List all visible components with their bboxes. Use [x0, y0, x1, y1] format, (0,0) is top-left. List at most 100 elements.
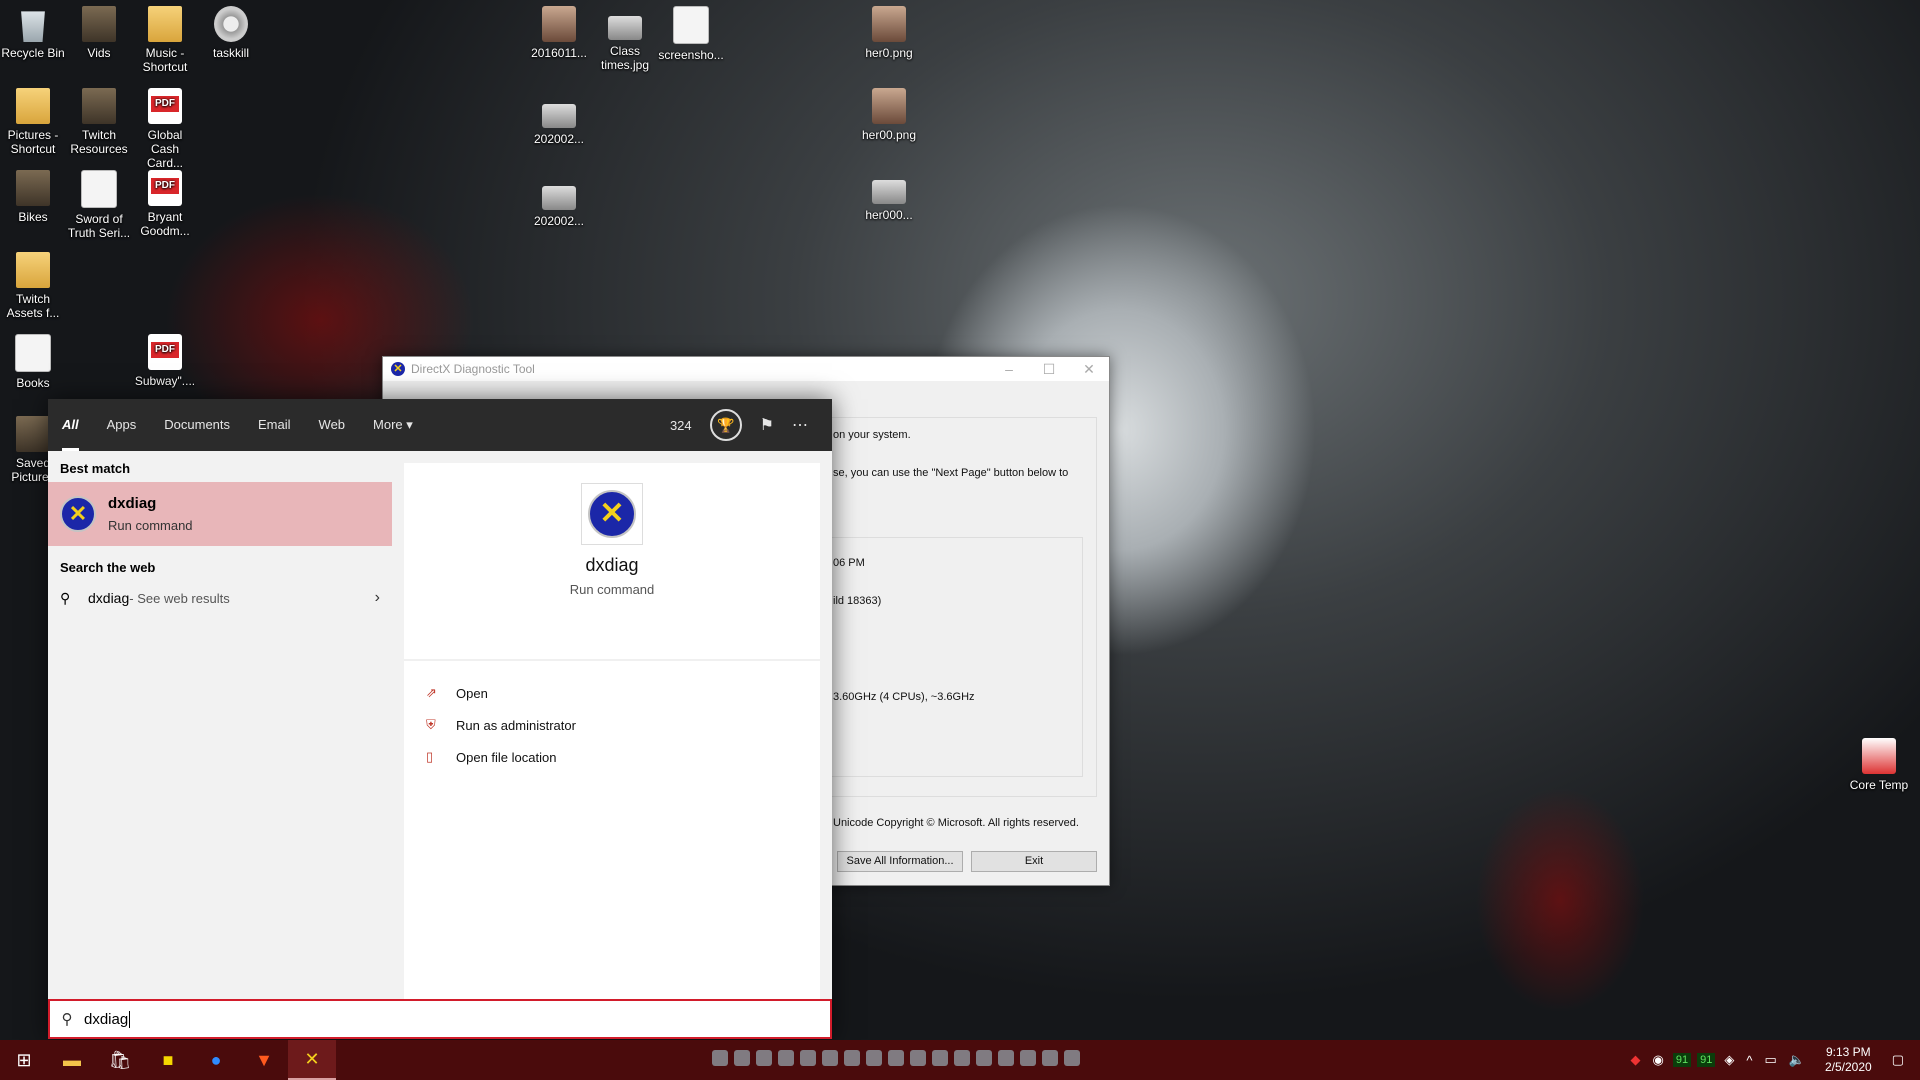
desktop-icon[interactable]: 202002... [526, 94, 592, 146]
desktop-icon[interactable]: Bryant Goodm... [132, 170, 198, 238]
quick-launch-icon[interactable] [778, 1050, 794, 1066]
desktop-icon[interactable]: 2016011... [526, 6, 592, 60]
desktop-icon[interactable]: Twitch Assets f... [0, 252, 66, 320]
chevron-up-icon[interactable]: ^ [1746, 1053, 1752, 1068]
close-icon[interactable]: ✕ [1069, 361, 1109, 378]
web-result[interactable]: ⚲ dxdiag - See web results › [48, 581, 392, 615]
best-match-result[interactable]: ✕ dxdiag Run command [48, 482, 392, 546]
minimize-icon[interactable]: – [989, 361, 1029, 378]
dxdiag-taskbar-icon[interactable]: ✕ [288, 1040, 336, 1080]
sticky-notes-icon[interactable]: ■ [144, 1040, 192, 1080]
desktop-icon[interactable]: Books [0, 334, 66, 390]
quick-launch-icon[interactable] [976, 1050, 992, 1066]
quick-launch-icon[interactable] [734, 1050, 750, 1066]
quick-launch-icon[interactable] [888, 1050, 904, 1066]
detail-name: dxdiag [585, 555, 639, 575]
desktop-icon[interactable]: Sword of Truth Seri... [66, 170, 132, 240]
detail-type: Run command [569, 582, 655, 597]
search-query: dxdiag [84, 1010, 129, 1028]
search-icon: ⚲ [60, 589, 71, 606]
desktop-icon[interactable]: 202002... [526, 176, 592, 228]
pdf-icon [148, 334, 182, 370]
quick-launch-icon[interactable] [954, 1050, 970, 1066]
chevron-right-icon[interactable]: › [375, 589, 380, 607]
quick-launch-icon[interactable] [822, 1050, 838, 1066]
desktop-icon[interactable]: Subway".... [132, 334, 198, 388]
volume-icon[interactable]: 🔈 [1789, 1052, 1805, 1068]
folder-icon [16, 252, 50, 288]
maximize-icon[interactable]: ☐ [1029, 361, 1069, 378]
quick-launch-icon[interactable] [932, 1050, 948, 1066]
quick-launch-icon[interactable] [712, 1050, 728, 1066]
quick-launch-icon[interactable] [1042, 1050, 1058, 1066]
tab-email[interactable]: Email [244, 399, 305, 451]
folder-icon [148, 6, 182, 42]
store-icon[interactable]: 🛍 [96, 1040, 144, 1080]
folder-icon [82, 6, 116, 42]
desktop-icon[interactable]: her000... [856, 170, 922, 222]
feedback-icon[interactable]: ⚑ [760, 415, 774, 435]
tab-all[interactable]: All [48, 399, 93, 451]
gear-icon [214, 6, 248, 42]
dxdiag-titlebar[interactable]: ✕ DirectX Diagnostic Tool – ☐ ✕ [383, 357, 1109, 381]
network-icon[interactable]: ▭ [1765, 1052, 1777, 1068]
dx-line-1: on your system. [833, 429, 911, 441]
quick-launch-icon[interactable] [998, 1050, 1014, 1066]
search-panel: All Apps Documents Email Web More ▾ 324 … [48, 399, 832, 1039]
dx-line-5: 3.60GHz (4 CPUs), ~3.6GHz [833, 691, 975, 703]
desktop-icon[interactable]: Class times.jpg [592, 6, 658, 72]
tray-app-icon[interactable]: ◆ [1631, 1052, 1641, 1068]
brave-browser-icon[interactable]: ▼ [240, 1040, 288, 1080]
more-options-icon[interactable]: ⋯ [792, 415, 808, 435]
clock[interactable]: 9:13 PM 2/5/2020 [1825, 1045, 1872, 1075]
desktop-icon[interactable]: Recycle Bin [0, 6, 66, 60]
desktop-icon-label: Global Cash Card... [146, 128, 183, 170]
desktop-icon[interactable]: taskkill [198, 6, 264, 60]
windows-start-icon[interactable]: ⊞ [0, 1040, 48, 1080]
trophy-icon[interactable]: 🏆 [709, 409, 742, 441]
desktop-icon-label: Twitch Resources [70, 128, 128, 156]
quick-launch-icon[interactable] [866, 1050, 882, 1066]
action-run-as-admin[interactable]: ⛨ Run as administrator [404, 709, 820, 741]
cpu-temp-1[interactable]: 91 [1672, 1053, 1692, 1067]
save-all-information-button[interactable]: Save All Information... [837, 851, 963, 872]
pdf-icon [148, 170, 182, 206]
messenger-icon[interactable]: ● [192, 1040, 240, 1080]
quick-launch-icon[interactable] [844, 1050, 860, 1066]
desktop-icon-label: Core Temp [1849, 778, 1909, 792]
desktop-icon-label: Class times.jpg [600, 44, 650, 72]
quick-launch-icon[interactable] [1020, 1050, 1036, 1066]
nvidia-icon[interactable]: ◈ [1724, 1052, 1734, 1068]
desktop-icon[interactable]: Music - Shortcut [132, 6, 198, 74]
notifications-icon[interactable]: ▢ [1892, 1052, 1904, 1068]
search-input[interactable]: ⚲ dxdiag [48, 999, 832, 1039]
desktop-icon[interactable]: Pictures - Shortcut [0, 88, 66, 156]
file-explorer-icon[interactable]: ▬ [48, 1040, 96, 1080]
desktop-icon[interactable]: her0.png [856, 6, 922, 60]
tab-more[interactable]: More ▾ [359, 399, 427, 451]
steam-icon[interactable]: ◉ [1653, 1052, 1664, 1068]
quick-launch-icon[interactable] [800, 1050, 816, 1066]
core-icon [1862, 738, 1896, 774]
tab-documents[interactable]: Documents [150, 399, 244, 451]
quick-launch-icon[interactable] [910, 1050, 926, 1066]
desktop-icon[interactable]: Vids [66, 6, 132, 60]
exit-button[interactable]: Exit [971, 851, 1097, 872]
quick-launch-icon[interactable] [1064, 1050, 1080, 1066]
action-run-as-admin-label: Run as administrator [456, 717, 576, 733]
action-open-file-location[interactable]: ▯ Open file location [404, 741, 820, 773]
desktop-icon[interactable]: Twitch Resources [66, 88, 132, 156]
cpu-temp-2[interactable]: 91 [1697, 1053, 1716, 1067]
desktop-icon-label: 2016011... [531, 46, 587, 60]
desktop-icon[interactable]: Core Temp [1846, 738, 1912, 792]
tab-web[interactable]: Web [305, 399, 360, 451]
desktop-icon[interactable]: Global Cash Card... [132, 88, 198, 170]
tab-apps[interactable]: Apps [93, 399, 151, 451]
desktop-icon[interactable]: screensho... [658, 6, 724, 62]
system-info-box [831, 537, 1083, 777]
action-open[interactable]: ⇗ Open [404, 677, 820, 709]
desktop-icon[interactable]: Bikes [0, 170, 66, 224]
desktop-icon[interactable]: her00.png [856, 88, 922, 142]
desktop-icon-label: Recycle Bin [1, 46, 65, 60]
quick-launch-icon[interactable] [756, 1050, 772, 1066]
